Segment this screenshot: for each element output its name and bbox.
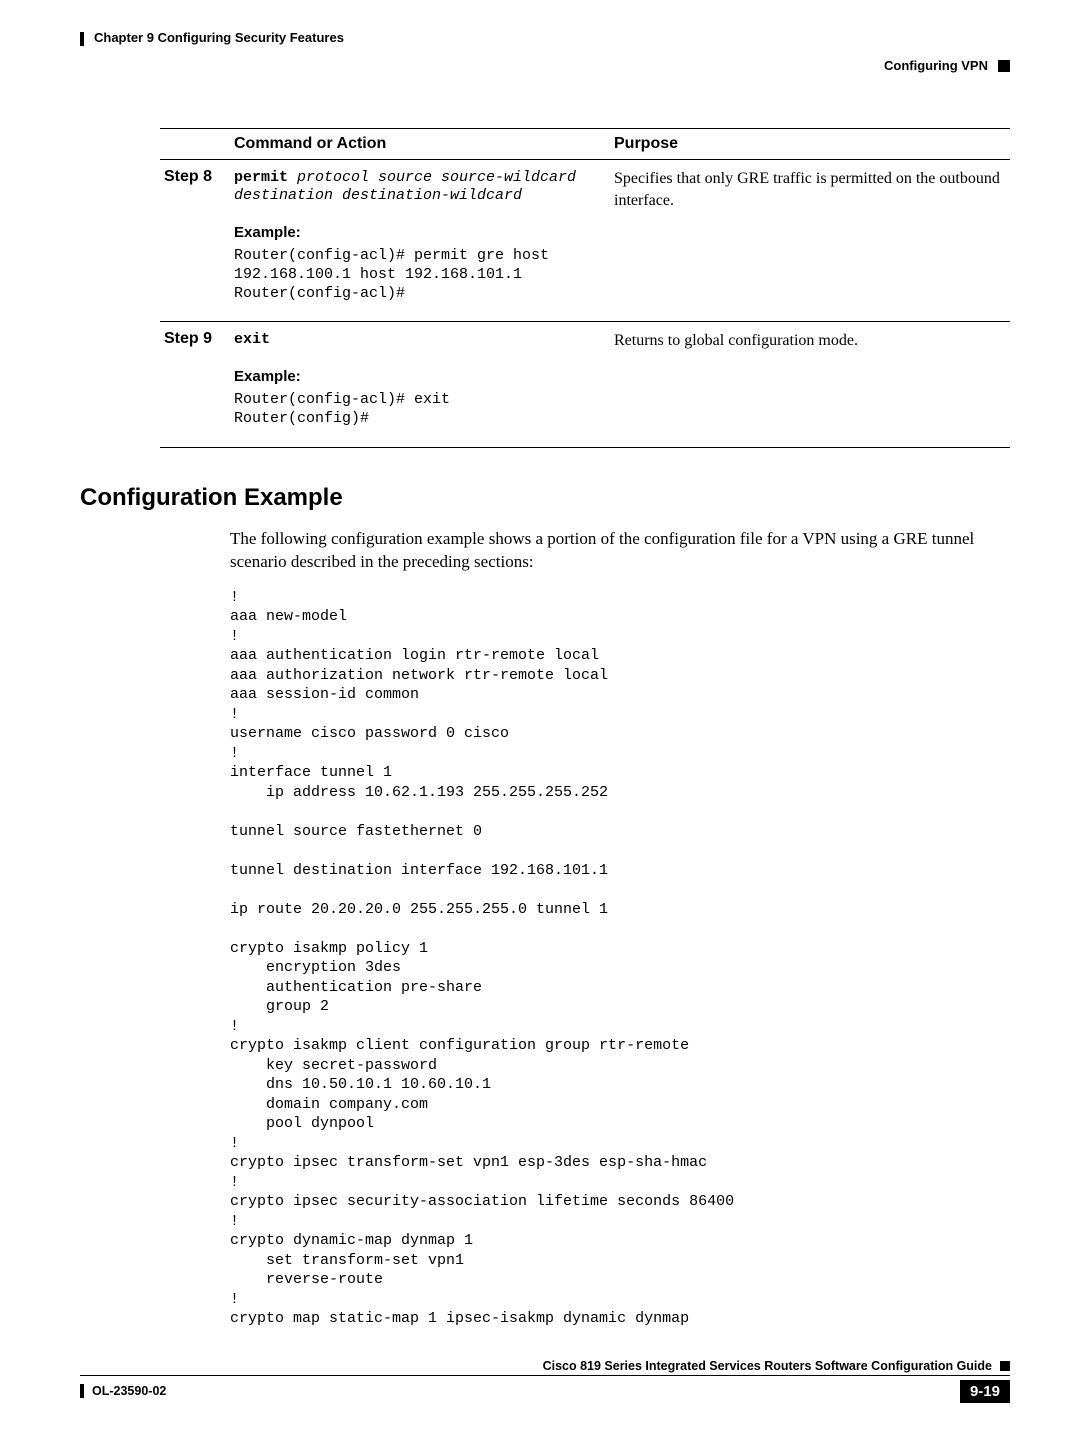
footer-left-marker-icon <box>80 1384 84 1398</box>
purpose-cell: Specifies that only GRE traffic is permi… <box>610 160 1010 322</box>
table-header-blank <box>160 129 230 160</box>
subheader-marker-icon <box>998 60 1010 72</box>
purpose-cell: Returns to global configuration mode. <box>610 322 1010 448</box>
chapter-title: Chapter 9 Configuring Security Features <box>94 30 344 45</box>
command-cell: exit Example: Router(config-acl)# exit R… <box>230 322 610 448</box>
footer-guide-title: Cisco 819 Series Integrated Services Rou… <box>543 1359 992 1373</box>
page-footer: Cisco 819 Series Integrated Services Rou… <box>80 1359 1010 1403</box>
section-heading: Configuration Example <box>80 484 1010 512</box>
command-cell: permit protocol source source-wildcard d… <box>230 160 610 322</box>
command-keyword: exit <box>234 331 270 348</box>
command-steps-table: Command or Action Purpose Step 8 permit … <box>160 128 1010 448</box>
example-code: Router(config-acl)# exit Router(config)# <box>234 391 606 429</box>
document-id: OL-23590-02 <box>92 1384 166 1398</box>
page-header: Chapter 9 Configuring Security Features <box>80 30 1010 46</box>
step-label: Step 9 <box>160 322 230 448</box>
page-subheader: Configuring VPN <box>80 58 1010 73</box>
configuration-code-block: ! aaa new-model ! aaa authentication log… <box>230 588 1010 1329</box>
table-header-command: Command or Action <box>230 129 610 160</box>
table-header-purpose: Purpose <box>610 129 1010 160</box>
example-label: Example: <box>234 224 606 241</box>
footer-square-icon <box>1000 1361 1010 1371</box>
page-number: 9-19 <box>960 1380 1010 1403</box>
intro-paragraph: The following configuration example show… <box>230 528 1000 574</box>
example-label: Example: <box>234 368 606 385</box>
header-marker-icon <box>80 32 84 46</box>
example-code: Router(config-acl)# permit gre host 192.… <box>234 247 606 303</box>
table-row: Step 9 exit Example: Router(config-acl)#… <box>160 322 1010 448</box>
step-label: Step 8 <box>160 160 230 322</box>
table-row: Step 8 permit protocol source source-wil… <box>160 160 1010 322</box>
subsection-title: Configuring VPN <box>884 58 988 73</box>
command-keyword: permit <box>234 169 288 186</box>
